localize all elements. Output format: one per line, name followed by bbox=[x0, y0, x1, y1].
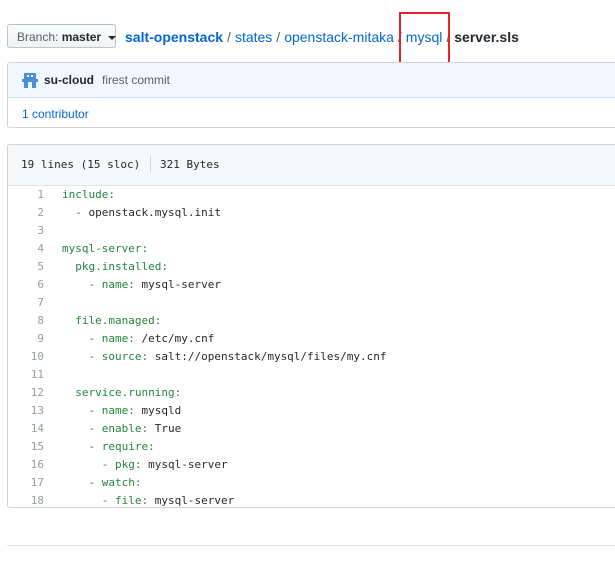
footer-divider bbox=[7, 545, 615, 546]
line-content: - name: mysqld bbox=[62, 402, 182, 420]
code-line: 16 - pkg: mysql-server bbox=[8, 456, 615, 474]
file-size: 321 Bytes bbox=[160, 158, 220, 171]
file-viewer: 19 lines (15 sloc) 321 Bytes 1 include: 2 … bbox=[7, 144, 615, 508]
yaml-value: True bbox=[154, 422, 182, 435]
line-number[interactable]: 9 bbox=[8, 330, 44, 348]
line-number[interactable]: 12 bbox=[8, 384, 44, 402]
line-number[interactable]: 7 bbox=[8, 294, 44, 312]
yaml-key: pkg.installed: bbox=[75, 260, 168, 273]
code-blob: 1 include: 2 - openstack.mysql.init 3 4 mysql… bbox=[8, 186, 615, 507]
line-number[interactable]: 10 bbox=[8, 348, 44, 366]
line-number[interactable]: 17 bbox=[8, 474, 44, 492]
yaml-key: mysql-server: bbox=[62, 242, 149, 255]
line-content: - pkg: mysql-server bbox=[62, 456, 228, 474]
code-line: 4 mysql-server: bbox=[8, 240, 615, 258]
breadcrumb-openstack-mitaka-link[interactable]: openstack-mitaka bbox=[284, 29, 394, 45]
yaml-value: salt://openstack/mysql/files/my.cnf bbox=[154, 350, 387, 363]
line-number[interactable]: 3 bbox=[8, 222, 44, 240]
yaml-key: - bbox=[75, 206, 89, 219]
commit-message-link[interactable]: firest commit bbox=[102, 73, 170, 87]
code-line: 1 include: bbox=[8, 186, 615, 204]
code-line: 3 bbox=[8, 222, 615, 240]
yaml-key: service.running: bbox=[75, 386, 182, 399]
breadcrumb-repo-link[interactable]: salt-openstack bbox=[125, 29, 223, 45]
line-content: pkg.installed: bbox=[62, 258, 168, 276]
branch-label: Branch: bbox=[17, 30, 59, 44]
code-line: 18 - file: mysql-server bbox=[8, 492, 615, 507]
yaml-key: - name: bbox=[88, 404, 142, 417]
breadcrumb-states-link[interactable]: states bbox=[235, 29, 272, 45]
yaml-value: mysql-server bbox=[154, 494, 235, 507]
yaml-key: include: bbox=[62, 188, 115, 201]
line-number[interactable]: 13 bbox=[8, 402, 44, 420]
breadcrumb-separator: / bbox=[276, 29, 281, 45]
code-line: 2 - openstack.mysql.init bbox=[8, 204, 615, 222]
line-content: - openstack.mysql.init bbox=[62, 204, 221, 222]
line-number[interactable]: 11 bbox=[8, 366, 44, 384]
contributors-link[interactable]: 1 contributor bbox=[22, 107, 89, 121]
line-number[interactable]: 5 bbox=[8, 258, 44, 276]
commit-author-link[interactable]: su-cloud bbox=[44, 73, 94, 87]
red-highlight-annotation bbox=[399, 12, 450, 68]
line-content: - enable: True bbox=[62, 420, 182, 438]
yaml-key: - require: bbox=[88, 440, 155, 453]
commit-tease: su-cloud firest commit 1 contributor bbox=[7, 62, 615, 128]
caret-down-icon bbox=[108, 35, 117, 40]
yaml-key: - enable: bbox=[88, 422, 155, 435]
code-line: 6 - name: mysql-server bbox=[8, 276, 615, 294]
line-number[interactable]: 16 bbox=[8, 456, 44, 474]
line-content: service.running: bbox=[62, 384, 181, 402]
yaml-key: file.managed: bbox=[75, 314, 162, 327]
line-number[interactable]: 1 bbox=[8, 186, 44, 204]
breadcrumb-separator: / bbox=[227, 29, 231, 45]
line-number[interactable]: 6 bbox=[8, 276, 44, 294]
code-line: 15 - require: bbox=[8, 438, 615, 456]
yaml-key: - source: bbox=[88, 350, 155, 363]
yaml-key: - pkg: bbox=[101, 458, 149, 471]
line-content: - require: bbox=[62, 438, 155, 456]
line-number[interactable]: 4 bbox=[8, 240, 44, 258]
branch-value: master bbox=[61, 30, 102, 44]
yaml-value: /etc/my.cnf bbox=[141, 332, 215, 345]
avatar[interactable] bbox=[22, 72, 38, 88]
file-info-divider bbox=[150, 156, 151, 172]
yaml-value: openstack.mysql.init bbox=[88, 206, 221, 219]
breadcrumb: salt-openstack / states / openstack-mitaka / m… bbox=[125, 27, 519, 47]
breadcrumb-current-file: server.sls bbox=[454, 29, 519, 45]
yaml-value: mysql-server bbox=[141, 278, 221, 291]
line-number[interactable]: 18 bbox=[8, 492, 44, 507]
code-line: 12 service.running: bbox=[8, 384, 615, 402]
yaml-value: mysqld bbox=[141, 404, 182, 417]
line-content: mysql-server: bbox=[62, 240, 148, 258]
line-content: - file: mysql-server bbox=[62, 492, 235, 507]
file-header: 19 lines (15 sloc) 321 Bytes bbox=[8, 145, 615, 186]
code-line: 11 bbox=[8, 366, 615, 384]
yaml-key: - file: bbox=[101, 494, 155, 507]
line-content: file.managed: bbox=[62, 312, 161, 330]
code-line: 5 pkg.installed: bbox=[8, 258, 615, 276]
code-line: 10 - source: salt://openstack/mysql/file… bbox=[8, 348, 615, 366]
line-content: - name: mysql-server bbox=[62, 276, 221, 294]
yaml-key: - watch: bbox=[88, 476, 142, 489]
code-line: 8 file.managed: bbox=[8, 312, 615, 330]
line-number[interactable]: 14 bbox=[8, 420, 44, 438]
code-line: 14 - enable: True bbox=[8, 420, 615, 438]
line-content: - source: salt://openstack/mysql/files/m… bbox=[62, 348, 387, 366]
yaml-key: - name: bbox=[88, 332, 142, 345]
line-content: include: bbox=[62, 186, 115, 204]
line-number[interactable]: 15 bbox=[8, 438, 44, 456]
yaml-value: mysql-server bbox=[148, 458, 228, 471]
code-line: 13 - name: mysqld bbox=[8, 402, 615, 420]
line-content: - name: /etc/my.cnf bbox=[62, 330, 215, 348]
line-content: - watch: bbox=[62, 474, 142, 492]
code-line: 17 - watch: bbox=[8, 474, 615, 492]
line-number[interactable]: 8 bbox=[8, 312, 44, 330]
code-line: 7 bbox=[8, 294, 615, 312]
line-number[interactable]: 2 bbox=[8, 204, 44, 222]
file-line-count: 19 lines (15 sloc) bbox=[21, 158, 141, 171]
branch-select-button[interactable]: Branch: master bbox=[7, 24, 117, 48]
commit-header: su-cloud firest commit bbox=[8, 63, 615, 98]
yaml-key: - name: bbox=[88, 278, 142, 291]
code-line: 9 - name: /etc/my.cnf bbox=[8, 330, 615, 348]
